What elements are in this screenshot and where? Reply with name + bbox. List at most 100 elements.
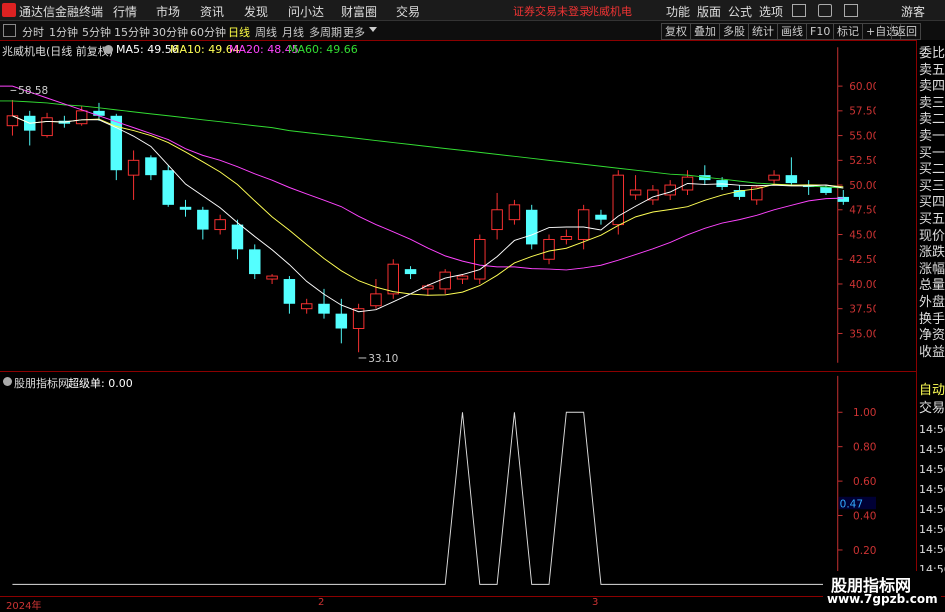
price-tick-label: 50.00 bbox=[849, 180, 876, 192]
ma10-line bbox=[12, 115, 844, 296]
quote-field-label: 买五 bbox=[919, 212, 945, 227]
settings-icon[interactable] bbox=[844, 4, 858, 17]
candle-body-up bbox=[370, 293, 382, 307]
indicator-tick-label: 1.00 bbox=[853, 407, 876, 419]
button-tongji[interactable]: 统计 bbox=[748, 23, 778, 40]
quote-field-label: 买三 bbox=[919, 178, 945, 194]
candle-body-up bbox=[491, 209, 503, 231]
period-1min[interactable]: 1分钟 bbox=[49, 24, 78, 40]
candle-body-down bbox=[283, 279, 296, 304]
candle-body-up bbox=[543, 238, 555, 260]
menu-shichang[interactable]: 市场 bbox=[156, 3, 180, 20]
price-tick-label: 35.00 bbox=[849, 328, 876, 340]
window-icon[interactable] bbox=[792, 4, 806, 17]
candle-body-up bbox=[214, 219, 226, 231]
message-icon[interactable] bbox=[818, 4, 832, 17]
indicator-current-value: 0.47 bbox=[840, 498, 863, 510]
trade-login-warning[interactable]: 证券交易未登录 bbox=[513, 3, 590, 19]
indicator-tick-label: 0.60 bbox=[853, 476, 876, 488]
menu-faxian[interactable]: 发现 bbox=[244, 3, 268, 20]
menu-banmian[interactable]: 版面 bbox=[697, 3, 721, 20]
quote-field-label: 换手 bbox=[919, 311, 945, 327]
button-huaxian[interactable]: 画线 bbox=[777, 23, 807, 40]
menu-gongshi[interactable]: 公式 bbox=[728, 3, 752, 20]
candle-body-up bbox=[75, 110, 88, 125]
current-stock-name: 兆威机电 bbox=[588, 5, 632, 18]
app-title: 通达信金融终端 bbox=[19, 5, 104, 19]
candle-body-down bbox=[820, 187, 832, 193]
indicator-chart[interactable]: 1.00 0.80 0.60 0.40 0.20 0.47 bbox=[0, 371, 876, 596]
candle-body-up bbox=[577, 209, 590, 240]
guest-label[interactable]: 游客 bbox=[901, 3, 925, 20]
period-weekly[interactable]: 周线 bbox=[255, 24, 277, 40]
button-biaoji[interactable]: 标记 bbox=[833, 23, 863, 40]
candle-body-down bbox=[249, 249, 261, 275]
trade-label[interactable]: 交易 bbox=[919, 401, 945, 417]
menu-caifuquan[interactable]: 财富圈 bbox=[341, 3, 377, 20]
menu-hangqing[interactable]: 行情 bbox=[113, 3, 137, 20]
candle-body-up bbox=[612, 174, 625, 226]
period-daily[interactable]: 日线 bbox=[228, 24, 250, 40]
period-multi[interactable]: 多周期 bbox=[309, 24, 342, 40]
trade-time: 14:56 bbox=[919, 463, 945, 476]
candle-body-up bbox=[127, 159, 140, 176]
quote-field-label: 卖五 bbox=[919, 62, 945, 78]
quote-field-label: 总量 bbox=[919, 278, 945, 294]
candle-body-up bbox=[300, 303, 313, 310]
period-more[interactable]: 更多 bbox=[343, 24, 365, 40]
price-tick-label: 42.50 bbox=[849, 254, 876, 266]
candlestick-chart[interactable]: 60.00 57.50 55.00 52.50 50.00 47.50 45.00 42.50… bbox=[0, 40, 876, 370]
menu-zixun[interactable]: 资讯 bbox=[200, 3, 224, 20]
quote-field-label: 卖一 bbox=[919, 129, 945, 144]
price-tick-label: 60.00 bbox=[849, 81, 876, 93]
chevron-down-icon[interactable] bbox=[369, 27, 377, 32]
period-monthly[interactable]: 月线 bbox=[282, 24, 304, 40]
candle-body-down bbox=[197, 209, 209, 230]
time-axis: 2024年 2 3 bbox=[0, 596, 945, 612]
candle-body-up bbox=[768, 174, 780, 181]
quote-field-label: 外盘 bbox=[919, 295, 945, 310]
quote-side-panel: 委比 卖五 卖四 卖三 卖二 卖一 买一 买二 买三 买四 买五 现价 涨跌 涨幅 总量 外盘 换手 净资 收益 自动… bbox=[916, 40, 945, 596]
indicator-tick-label: 0.20 bbox=[853, 545, 876, 557]
quote-field-label: 涨幅 bbox=[919, 261, 945, 277]
menu-xuanxiang[interactable]: 选项 bbox=[759, 3, 783, 20]
candle-body-down bbox=[335, 313, 348, 329]
superorder-line bbox=[12, 411, 844, 585]
indicator-tick-label: 0.80 bbox=[853, 442, 876, 454]
candle-body-down bbox=[231, 224, 244, 250]
button-diejia[interactable]: 叠加 bbox=[690, 23, 720, 40]
trade-time: 14:56 bbox=[919, 443, 945, 456]
menu-jiaoyi[interactable]: 交易 bbox=[396, 3, 420, 20]
period-fenshi[interactable]: 分时 bbox=[22, 24, 44, 40]
watermark-line2: www.7gpzb.com bbox=[827, 592, 938, 606]
quote-field-label: 买二 bbox=[919, 162, 945, 178]
quote-field-label: 委比 bbox=[919, 46, 945, 61]
period-5min[interactable]: 5分钟 bbox=[82, 24, 111, 40]
button-duogu[interactable]: 多股 bbox=[719, 23, 749, 40]
trade-time: 14:56 bbox=[919, 523, 945, 536]
watermark: 股朋指标网 www.7gpzb.com bbox=[823, 571, 941, 609]
toggle-icon[interactable] bbox=[3, 24, 16, 37]
candle-body-up bbox=[439, 271, 451, 290]
quote-field-label: 收益 bbox=[919, 344, 945, 360]
candle-body-up bbox=[456, 275, 469, 280]
period-60min[interactable]: 60分钟 bbox=[190, 24, 226, 40]
menu-wenxiaoda[interactable]: 问小达 bbox=[288, 3, 324, 20]
period-15min[interactable]: 15分钟 bbox=[114, 24, 150, 40]
quote-field-label: 现价 bbox=[919, 228, 945, 244]
period-30min[interactable]: 30分钟 bbox=[152, 24, 188, 40]
app-logo-icon bbox=[2, 3, 16, 17]
button-back[interactable]: 返回 bbox=[891, 23, 921, 40]
price-tick-label: 57.50 bbox=[849, 106, 876, 118]
price-tick-label: 45.00 bbox=[849, 229, 876, 241]
candle-body-up bbox=[474, 238, 486, 280]
candle-body-up bbox=[387, 263, 399, 295]
candle-body-down bbox=[145, 157, 157, 176]
button-fuquan[interactable]: 复权 bbox=[661, 23, 691, 40]
price-tick-label: 40.00 bbox=[849, 279, 876, 291]
time-label-feb: 2 bbox=[318, 597, 325, 608]
auto-trade-label[interactable]: 自动 bbox=[919, 383, 945, 399]
quote-field-label: 卖三 bbox=[919, 95, 945, 111]
button-f10[interactable]: F10 bbox=[806, 23, 835, 40]
menu-gongneng[interactable]: 功能 bbox=[666, 3, 690, 20]
